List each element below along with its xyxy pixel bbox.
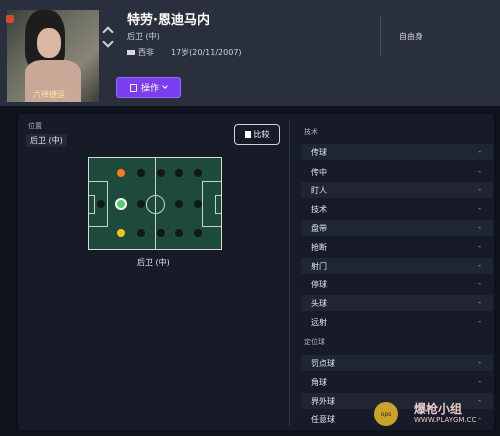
player-nationality: 西非 — [127, 47, 154, 58]
attribute-row: 停球 - — [301, 276, 493, 292]
club-badge-icon — [6, 15, 14, 23]
left-goal-box — [89, 195, 95, 214]
attribute-row: 盯人 - — [301, 182, 493, 198]
attribute-value: - — [478, 147, 481, 156]
attribute-value: - — [478, 377, 481, 386]
panel-divider — [289, 120, 290, 426]
operate-button[interactable]: 操作 — [116, 77, 181, 98]
position-dot-dl[interactable] — [117, 169, 125, 177]
attribute-label: 头球 — [311, 299, 327, 308]
chevron-down-icon — [162, 83, 168, 89]
next-player-icon[interactable] — [102, 36, 114, 48]
attribute-label: 盯人 — [311, 186, 327, 195]
attribute-row: 传球 - — [301, 144, 493, 160]
attribute-label: 界外球 — [311, 397, 335, 406]
attribute-label: 抢断 — [311, 243, 327, 252]
attribute-row: 盘带 - — [301, 220, 493, 236]
player-header: 六禅捷运 特劳·恩迪马内 后卫 (中) 西非 17岁(20/11/2007) 操… — [0, 0, 500, 106]
compare-button[interactable]: 比较 — [234, 124, 280, 145]
position-dot-gk[interactable] — [97, 200, 105, 208]
position-dot[interactable] — [194, 200, 202, 208]
position-dot[interactable] — [137, 200, 145, 208]
nationality-label: 西非 — [138, 48, 154, 57]
watermark-brand: 爆枪小组 — [414, 402, 463, 416]
site-watermark: ops 爆枪小组 WWW.PLAYGM.CC — [374, 400, 500, 432]
attribute-row: 射门 - — [301, 258, 493, 274]
attribute-label: 盘带 — [311, 224, 327, 233]
attribute-row: 抢断 - — [301, 239, 493, 255]
operate-label: 操作 — [140, 84, 159, 94]
attribute-label: 远射 — [311, 318, 327, 327]
attribute-label: 任意球 — [311, 415, 335, 424]
attribute-row: 远射 - — [301, 314, 493, 330]
attribute-label: 传球 — [311, 148, 327, 157]
attribute-label: 罚点球 — [311, 359, 335, 368]
attribute-label: 角球 — [311, 378, 327, 387]
attribute-value: - — [478, 279, 481, 288]
header-divider — [380, 16, 381, 56]
player-position: 后卫 (中) — [127, 32, 160, 41]
attribute-value: - — [478, 261, 481, 270]
attribute-value: - — [478, 358, 481, 367]
position-dot-dc-selected[interactable] — [115, 198, 127, 210]
position-chip: 后卫 (中) — [26, 134, 67, 147]
position-dot[interactable] — [175, 169, 183, 177]
position-dot-dr[interactable] — [117, 229, 125, 237]
attribute-row: 角球 - — [301, 374, 493, 390]
nation-flag-icon — [127, 50, 135, 55]
position-dot[interactable] — [137, 169, 145, 177]
compare-icon — [244, 131, 251, 138]
player-photo: 六禅捷运 — [7, 10, 99, 102]
attribute-label: 传中 — [311, 168, 327, 177]
pitch-caption: 后卫 (中) — [137, 258, 170, 267]
player-name: 特劳·恩迪马内 — [127, 13, 210, 28]
attribute-row: 技术 - — [301, 201, 493, 217]
technical-section-title: 技术 — [304, 128, 318, 136]
position-dot[interactable] — [157, 169, 165, 177]
position-dot[interactable] — [175, 229, 183, 237]
attribute-value: - — [478, 204, 481, 213]
attribute-row: 头球 - — [301, 295, 493, 311]
attribute-row: 传中 - — [301, 164, 493, 180]
set-piece-section-title: 定位球 — [304, 338, 325, 346]
attribute-label: 技术 — [311, 205, 327, 214]
attribute-value: - — [478, 317, 481, 326]
position-dot[interactable] — [194, 169, 202, 177]
attribute-label: 停球 — [311, 280, 327, 289]
photo-watermark: 六禅捷运 — [33, 90, 65, 99]
attribute-value: - — [478, 223, 481, 232]
watermark-badge-icon: ops — [374, 402, 398, 426]
watermark-url: WWW.PLAYGM.CC — [414, 416, 477, 424]
attribute-value: - — [478, 242, 481, 251]
pitch-diagram — [88, 157, 222, 250]
compare-label: 比较 — [253, 130, 270, 139]
position-dot[interactable] — [194, 229, 202, 237]
attribute-row: 罚点球 - — [301, 355, 493, 371]
contract-status: 自由身 — [399, 32, 423, 41]
position-dot[interactable] — [137, 229, 145, 237]
attribute-value: - — [478, 167, 481, 176]
player-age: 17岁(20/11/2007) — [171, 48, 242, 57]
right-goal-box — [215, 195, 221, 214]
position-dot[interactable] — [175, 200, 183, 208]
position-title: 位置 — [28, 122, 42, 130]
attribute-value: - — [478, 298, 481, 307]
position-dot[interactable] — [157, 229, 165, 237]
center-circle — [146, 195, 165, 214]
clipboard-icon — [129, 83, 137, 92]
attribute-label: 射门 — [311, 262, 327, 271]
attribute-value: - — [478, 185, 481, 194]
